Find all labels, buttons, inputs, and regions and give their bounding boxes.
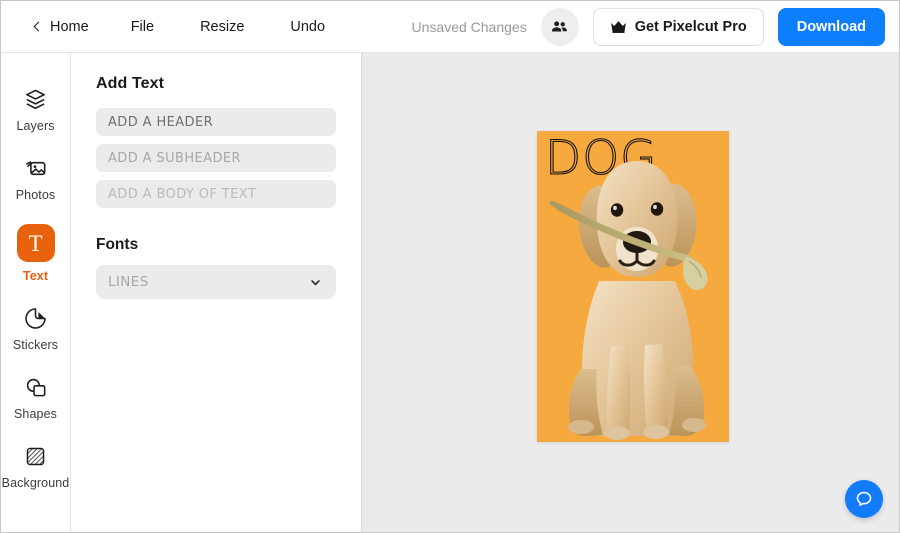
sidebar-item-photos[interactable]: Photos	[1, 144, 71, 213]
sidebar-item-layers[interactable]: Layers	[1, 75, 71, 144]
menu-resize[interactable]: Resize	[186, 13, 258, 41]
subheader-input-placeholder: ADD A SUBHEADER	[108, 150, 241, 166]
text-t-icon: T	[16, 224, 55, 262]
background-icon	[23, 443, 48, 469]
text-tile-glyph: T	[16, 224, 55, 262]
collaborate-button[interactable]	[540, 7, 579, 46]
sidebar-item-label: Shapes	[14, 407, 57, 421]
app-body: Layers Photos T Text Stickers Shapes Bac…	[1, 53, 899, 532]
sidebar-item-text[interactable]: T Text	[1, 213, 71, 294]
header-left-group: Home File Resize Undo	[25, 13, 339, 41]
stickers-icon	[23, 305, 48, 331]
tool-rail: Layers Photos T Text Stickers Shapes Bac…	[1, 53, 71, 532]
subheader-text-input[interactable]: ADD A SUBHEADER	[96, 144, 336, 172]
add-text-panel: Add Text ADD A HEADER ADD A SUBHEADER AD…	[71, 53, 362, 532]
header-input-placeholder: ADD A HEADER	[108, 114, 214, 130]
sidebar-item-stickers[interactable]: Stickers	[1, 294, 71, 363]
pixelcut-editor-window: Home File Resize Undo Unsaved Changes Ge…	[0, 0, 900, 533]
fonts-section-title: Fonts	[96, 236, 139, 253]
panel-title: Add Text	[96, 75, 165, 92]
pro-button-label: Get Pixelcut Pro	[634, 18, 747, 35]
menu-file[interactable]: File	[117, 13, 168, 41]
home-button[interactable]: Home	[25, 13, 99, 41]
menu-undo[interactable]: Undo	[276, 13, 339, 41]
sidebar-item-label: Text	[22, 269, 49, 283]
header-text-input[interactable]: ADD A HEADER	[96, 108, 336, 136]
sidebar-item-background[interactable]: Background	[1, 432, 71, 501]
save-status-text: Unsaved Changes	[411, 18, 527, 35]
layers-icon	[23, 86, 48, 112]
home-button-label: Home	[50, 18, 89, 35]
sidebar-item-label: Layers	[16, 119, 55, 133]
font-select[interactable]: LINES	[96, 265, 336, 299]
app-header: Home File Resize Undo Unsaved Changes Ge…	[1, 1, 899, 53]
chevron-left-icon	[33, 21, 44, 32]
canvas-area[interactable]: DOG	[362, 53, 899, 532]
help-chat-button[interactable]	[845, 480, 883, 518]
artboard[interactable]: DOG	[537, 131, 729, 442]
dog-photo[interactable]	[537, 131, 729, 442]
sidebar-item-label: Background	[1, 476, 70, 490]
sidebar-item-label: Photos	[15, 188, 56, 202]
shapes-icon	[23, 374, 48, 400]
photos-icon	[23, 155, 48, 181]
body-input-placeholder: ADD A BODY OF TEXT	[108, 186, 257, 202]
font-select-value: LINES	[108, 274, 149, 290]
sidebar-item-label: Stickers	[12, 338, 59, 352]
chat-bubble-icon	[856, 491, 872, 507]
crown-icon	[610, 20, 626, 33]
get-pixelcut-pro-button[interactable]: Get Pixelcut Pro	[592, 7, 764, 46]
chevron-down-icon	[311, 279, 320, 285]
header-right-group: Unsaved Changes Get Pixelcut Pro Downloa…	[411, 7, 885, 46]
people-icon	[552, 21, 568, 32]
body-text-input[interactable]: ADD A BODY OF TEXT	[96, 180, 336, 208]
sidebar-item-shapes[interactable]: Shapes	[1, 363, 71, 432]
download-button[interactable]: Download	[777, 7, 885, 46]
